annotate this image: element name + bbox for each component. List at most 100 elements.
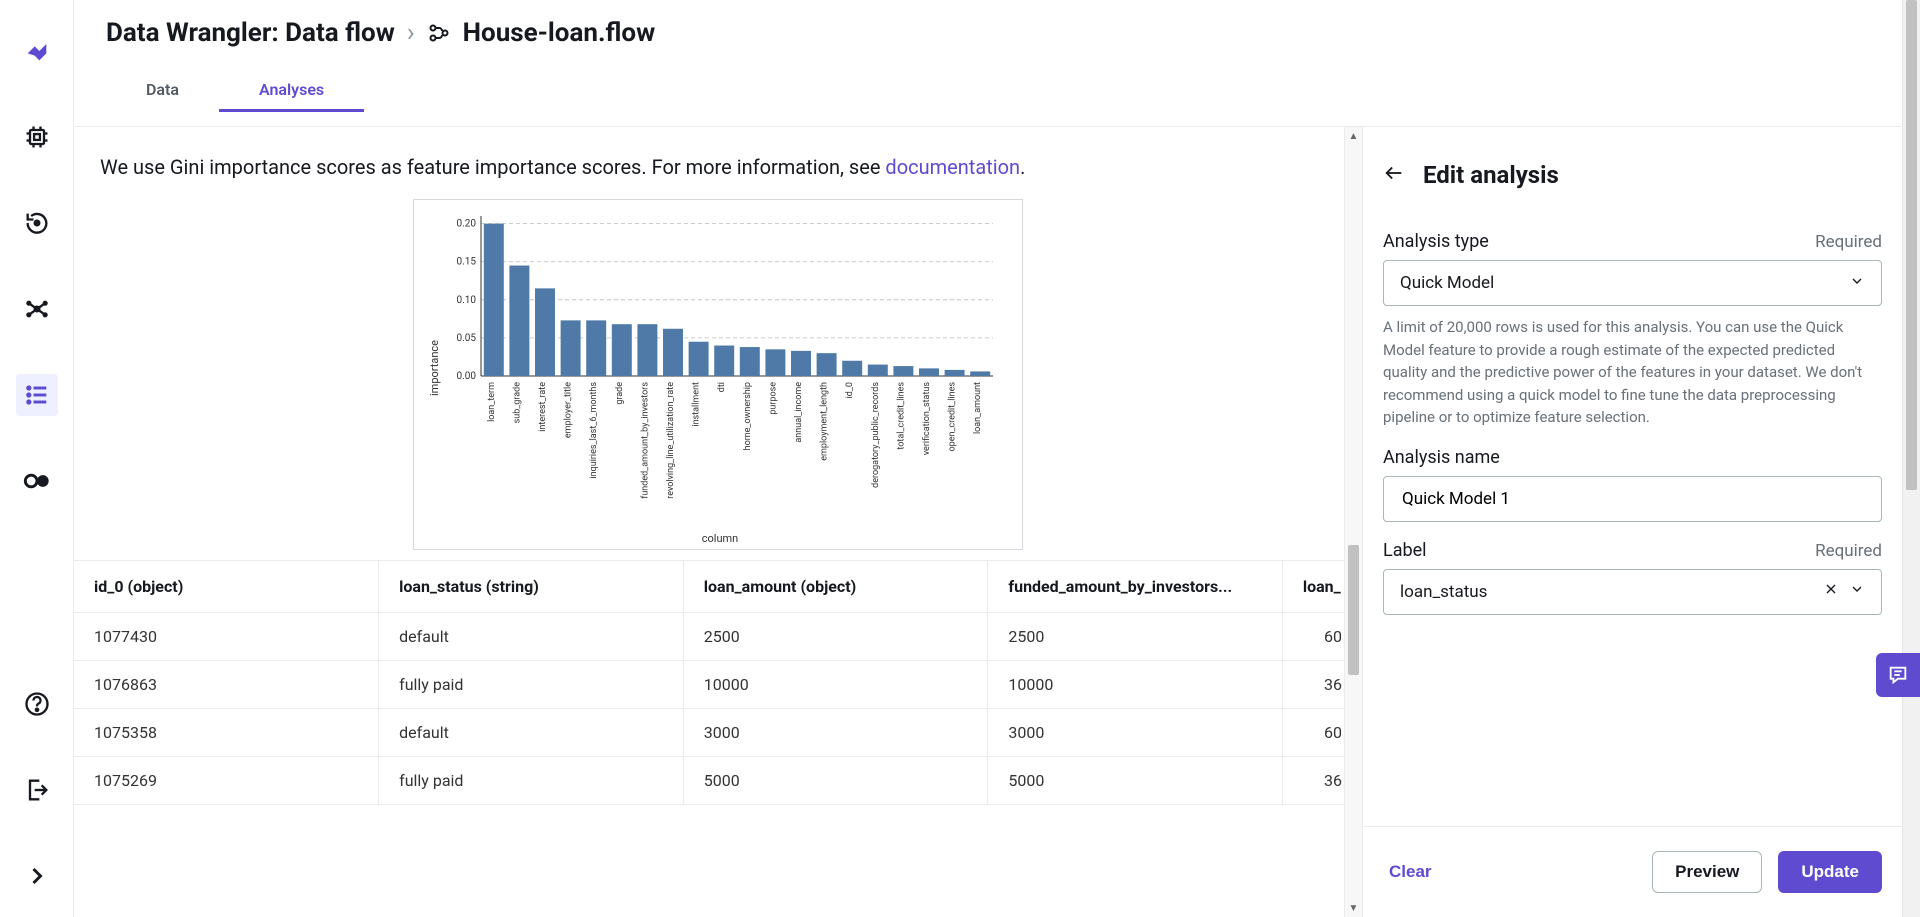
label-value: loan_status (1400, 582, 1487, 602)
analysis-type-label: Analysis type (1383, 231, 1489, 252)
chip-icon[interactable] (16, 116, 58, 158)
table-row[interactable]: 1077430default2500250060 (74, 613, 1362, 661)
analysis-name-input-wrap (1383, 476, 1882, 522)
table-cell: 1075358 (74, 709, 379, 757)
table-row[interactable]: 1076863fully paid100001000036 (74, 661, 1362, 709)
svg-text:0.05: 0.05 (457, 333, 477, 344)
table-cell: 10000 (988, 661, 1282, 709)
content-scrollbar[interactable]: ▲ ▼ (1344, 127, 1362, 917)
svg-text:annual_income: annual_income (794, 382, 804, 443)
label-label: Label (1383, 540, 1427, 561)
table-header[interactable]: loan_amount (object) (683, 561, 988, 613)
data-table: id_0 (object)loan_status (string)loan_am… (74, 560, 1362, 805)
table-cell: 1076863 (74, 661, 379, 709)
svg-text:interest_rate: interest_rate (538, 382, 548, 432)
svg-text:open_credit_lines: open_credit_lines (948, 382, 958, 452)
tab-data[interactable]: Data (106, 72, 219, 112)
back-icon[interactable] (1383, 162, 1405, 188)
feedback-icon[interactable] (1876, 653, 1920, 697)
required-tag: Required (1815, 541, 1882, 561)
svg-text:employment_length: employment_length (820, 382, 830, 461)
chevron-right-icon: › (407, 18, 415, 48)
chart-ylabel: importance (426, 208, 441, 528)
svg-text:derogatory_public_records: derogatory_public_records (871, 382, 881, 488)
update-button[interactable]: Update (1778, 851, 1882, 893)
header: Data Wrangler: Data flow › House-loan.fl… (74, 0, 1902, 127)
chevron-down-icon (1849, 581, 1865, 602)
svg-text:total_credit_lines: total_credit_lines (896, 382, 906, 450)
chart-svg: 0.00 0.05 0.10 0.15 0.20 loan_term sub_grade in… (441, 208, 1014, 528)
chart-xlabel: column (426, 528, 1014, 545)
table-cell: default (379, 613, 684, 661)
analysis-name-label: Analysis name (1383, 447, 1500, 468)
svg-text:0.20: 0.20 (457, 219, 477, 230)
table-cell: 3000 (683, 709, 988, 757)
page-scrollbar[interactable] (1902, 0, 1920, 917)
analysis-type-help: A limit of 20,000 rows is used for this … (1383, 316, 1882, 429)
refresh-icon[interactable] (16, 202, 58, 244)
table-cell: 2500 (988, 613, 1282, 661)
intro-period: . (1020, 155, 1025, 179)
analysis-type-value: Quick Model (1400, 273, 1494, 293)
table-row[interactable]: 1075269fully paid5000500036 (74, 757, 1362, 805)
intro-text: We use Gini importance scores as feature… (74, 127, 1362, 179)
table-cell: 2500 (683, 613, 988, 661)
documentation-link[interactable]: documentation (885, 155, 1020, 179)
graph-node-icon[interactable] (16, 288, 58, 330)
svg-text:dti: dti (717, 382, 727, 392)
tabs: Data Analyses (106, 72, 1902, 112)
clear-button[interactable]: Clear (1383, 861, 1438, 883)
svg-text:loan_amount: loan_amount (973, 382, 983, 434)
svg-text:loan_term: loan_term (487, 382, 497, 422)
svg-text:sub_grade: sub_grade (512, 382, 522, 424)
label-select[interactable]: loan_status (1383, 569, 1882, 615)
svg-text:id_0: id_0 (845, 382, 855, 398)
required-tag: Required (1815, 232, 1882, 252)
table-header[interactable]: loan_status (string) (379, 561, 684, 613)
feature-importance-chart: importance 0.00 0.05 0.10 0.15 0.20 loan_term… (74, 179, 1362, 560)
flow-file-icon (427, 21, 451, 45)
svg-text:purpose: purpose (768, 382, 778, 415)
preview-button[interactable]: Preview (1652, 851, 1762, 893)
table-row[interactable]: 1075358default3000300060 (74, 709, 1362, 757)
expand-icon[interactable] (16, 855, 58, 897)
table-cell: 5000 (988, 757, 1282, 805)
breadcrumb: Data Wrangler: Data flow › House-loan.fl… (106, 18, 1902, 48)
close-icon[interactable] (1823, 581, 1839, 602)
svg-text:0.00: 0.00 (457, 371, 477, 382)
breadcrumb-root[interactable]: Data Wrangler: Data flow (106, 18, 395, 48)
logout-icon[interactable] (16, 769, 58, 811)
svg-text:inquiries_last_6_months: inquiries_last_6_months (589, 382, 599, 479)
breadcrumb-file[interactable]: House-loan.flow (463, 18, 656, 48)
svg-text:0.15: 0.15 (457, 257, 477, 268)
svg-text:grade: grade (615, 382, 625, 405)
list-icon[interactable] (16, 374, 58, 416)
help-icon[interactable] (16, 683, 58, 725)
svg-text:revolving_line_utilization_rat: revolving_line_utilization_rate (666, 382, 676, 499)
svg-text:0.10: 0.10 (457, 295, 477, 306)
svg-text:funded_amount_by_investors: funded_amount_by_investors (640, 382, 650, 499)
logo-icon (16, 30, 58, 72)
table-cell: fully paid (379, 757, 684, 805)
table-cell: 1077430 (74, 613, 379, 661)
table-header[interactable]: id_0 (object) (74, 561, 379, 613)
shapes-icon[interactable] (16, 460, 58, 502)
analysis-type-select[interactable]: Quick Model (1383, 260, 1882, 306)
tab-analyses[interactable]: Analyses (219, 72, 364, 112)
table-cell: 5000 (683, 757, 988, 805)
main-area: Data Wrangler: Data flow › House-loan.fl… (74, 0, 1902, 917)
edit-analysis-panel: Edit analysis Analysis type Required Qui… (1362, 127, 1902, 917)
table-cell: 3000 (988, 709, 1282, 757)
table-cell: default (379, 709, 684, 757)
intro-copy: We use Gini importance scores as feature… (100, 155, 885, 179)
svg-text:employer_title: employer_title (564, 382, 574, 438)
left-nav-rail (0, 0, 74, 917)
content: We use Gini importance scores as feature… (74, 127, 1362, 917)
table-header[interactable]: funded_amount_by_investors... (988, 561, 1282, 613)
svg-text:home_ownership: home_ownership (743, 382, 753, 450)
analysis-name-input[interactable] (1400, 488, 1865, 510)
panel-title: Edit analysis (1423, 161, 1559, 189)
svg-text:verification_status: verification_status (922, 382, 932, 456)
table-cell: 1075269 (74, 757, 379, 805)
table-cell: fully paid (379, 661, 684, 709)
